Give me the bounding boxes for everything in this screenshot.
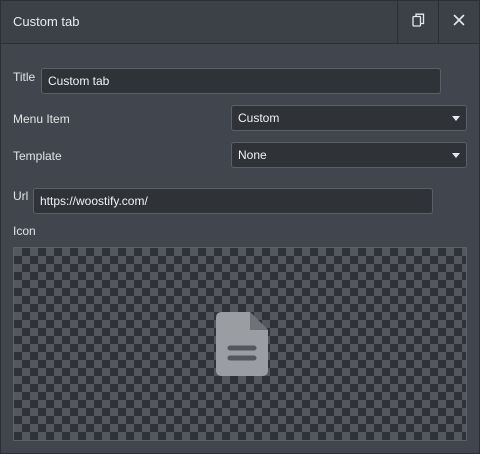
copy-button[interactable] [397,1,438,43]
menu-item-label: Menu Item [13,112,70,126]
copy-icon [411,13,425,32]
icon-picker[interactable] [13,247,467,441]
panel-title: Custom tab [13,14,80,29]
template-label: Template [13,149,62,163]
document-icon [214,310,270,383]
chevron-down-icon [452,153,460,158]
template-select[interactable]: None [231,142,467,168]
url-input[interactable] [33,188,433,214]
title-input[interactable] [41,68,441,94]
template-value: None [238,148,267,162]
icon-label: Icon [13,224,36,238]
menu-item-value: Custom [238,111,280,125]
title-label: Title [13,70,36,84]
close-icon [453,13,465,31]
menu-item-select[interactable]: Custom [231,105,467,131]
chevron-down-icon [452,116,460,121]
url-label: Url [13,189,29,203]
panel-header: Custom tab [1,1,479,44]
custom-tab-panel: Custom tab Title Menu Item Custom Templa… [0,0,480,454]
close-button[interactable] [438,1,479,43]
